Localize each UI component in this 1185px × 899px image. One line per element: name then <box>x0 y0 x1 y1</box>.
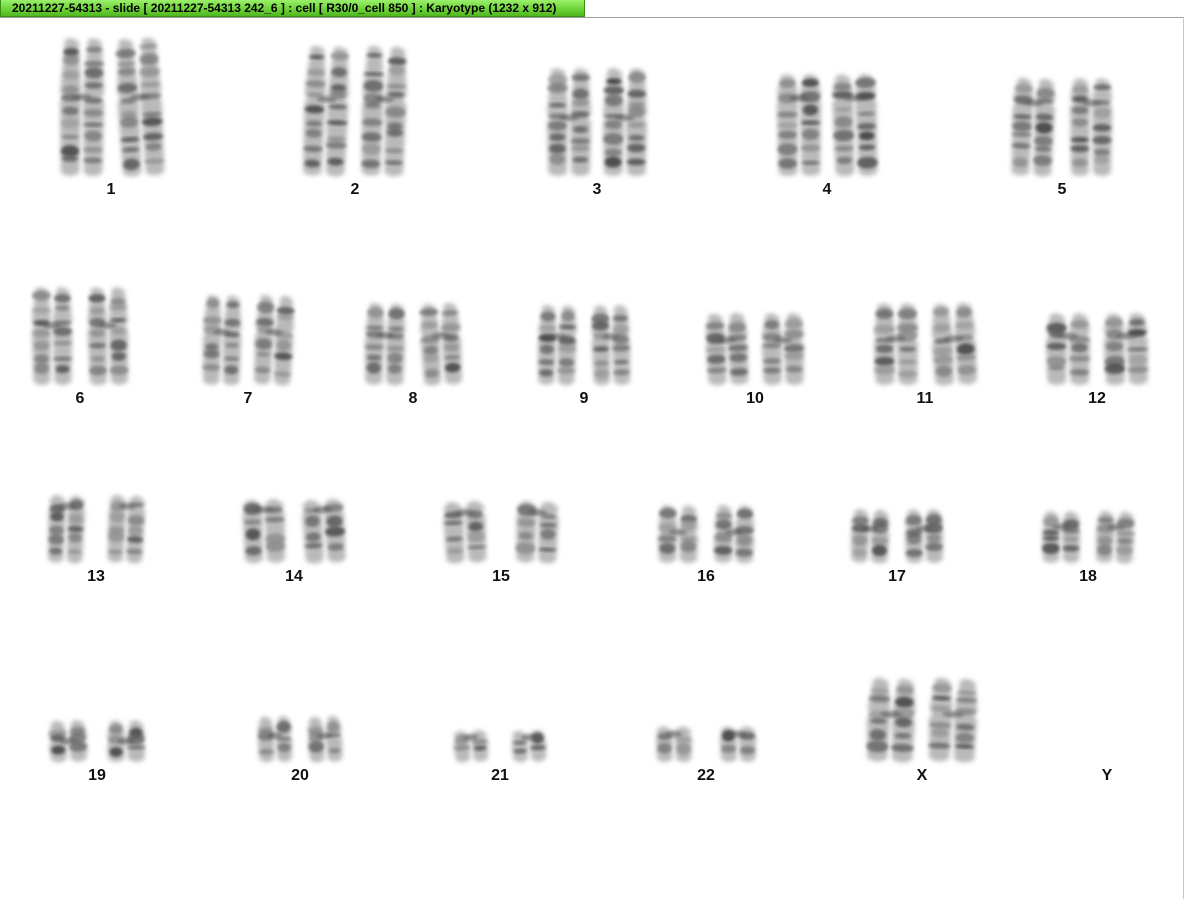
chromosome-pair-x[interactable]: X <box>865 677 979 784</box>
chromosome-11-homolog-1[interactable] <box>873 303 919 386</box>
chromosome-label-10: 10 <box>746 390 764 407</box>
chromosome-label-12: 12 <box>1088 390 1106 407</box>
chromosome-19-homolog-1[interactable] <box>48 720 88 763</box>
chromosome-7-homolog-2[interactable] <box>253 294 296 386</box>
chromosome-label-13: 13 <box>87 568 105 585</box>
chromosome-label-x: X <box>917 767 928 784</box>
chromosome-label-19: 19 <box>88 767 106 784</box>
chromosome-pair-15[interactable]: 15 <box>442 500 560 585</box>
chromosome-label-22: 22 <box>697 767 715 784</box>
chromosome-label-11: 11 <box>917 390 934 407</box>
chromosome-19-homolog-2[interactable] <box>106 720 146 763</box>
chromosome-label-6: 6 <box>76 390 85 407</box>
chromosome-4-homolog-1[interactable] <box>776 74 822 177</box>
chromosome-label-y: Y <box>1102 767 1113 784</box>
chromosome-pair-2[interactable]: 2 <box>301 45 408 198</box>
chromosome-21-homolog-2[interactable] <box>511 730 547 763</box>
chromosome-pair-19[interactable]: 19 <box>48 720 146 784</box>
chromosome-pair-3[interactable]: 3 <box>546 68 648 198</box>
chromosome-15-homolog-2[interactable] <box>515 500 560 564</box>
chromosome-8-homolog-2[interactable] <box>419 302 463 386</box>
chromosome-13-homolog-1[interactable] <box>46 495 86 564</box>
chromosome-1-homolog-1[interactable] <box>59 38 105 177</box>
chromosome-pair-16[interactable]: 16 <box>657 505 755 585</box>
chromosome-label-14: 14 <box>285 568 303 585</box>
chromosome-label-5: 5 <box>1058 181 1067 198</box>
chromosome-8-homolog-1[interactable] <box>364 303 407 386</box>
chromosome-pair-18[interactable]: 18 <box>1041 510 1136 585</box>
chromosome-7-homolog-1[interactable] <box>202 295 243 386</box>
chromosome-18-homolog-1[interactable] <box>1041 511 1081 564</box>
chromosome-pair-12[interactable]: 12 <box>1045 313 1149 407</box>
chromosome-pair-10[interactable]: 10 <box>704 313 805 407</box>
chromosome-17-homolog-2[interactable] <box>904 509 944 564</box>
chromosome-label-4: 4 <box>823 181 832 198</box>
chromosome-11-homolog-2[interactable] <box>930 302 978 386</box>
chromosome-16-homolog-2[interactable] <box>713 505 755 564</box>
chromosome-label-1: 1 <box>107 181 116 198</box>
chromosome-pair-1[interactable]: 1 <box>59 37 165 198</box>
chromosome-pair-6[interactable]: 6 <box>31 287 129 407</box>
chromosome-3-homolog-2[interactable] <box>602 68 648 177</box>
chromosome-6-homolog-2[interactable] <box>87 287 129 386</box>
chromosome-5-homolog-1[interactable] <box>1010 77 1057 177</box>
chromosome-10-homolog-1[interactable] <box>704 313 749 386</box>
chromosome-label-16: 16 <box>697 568 715 585</box>
chromosome-pair-5[interactable]: 5 <box>1010 77 1113 198</box>
chromosome-20-homolog-1[interactable] <box>257 716 293 763</box>
chromosome-label-2: 2 <box>351 181 360 198</box>
chromosome-5-homolog-2[interactable] <box>1070 78 1113 177</box>
chromosome-20-homolog-2[interactable] <box>307 716 344 763</box>
chromosome-label-21: 21 <box>491 767 509 784</box>
chromosome-pair-21[interactable]: 21 <box>453 730 547 784</box>
chromosome-label-7: 7 <box>244 390 253 407</box>
chromosome-10-homolog-2[interactable] <box>761 313 805 386</box>
chromosome-3-homolog-1[interactable] <box>546 68 592 177</box>
chromosome-6-homolog-1[interactable] <box>31 287 73 386</box>
chromosome-pair-y[interactable]: Y <box>1102 767 1113 784</box>
chromosome-15-homolog-1[interactable] <box>442 500 487 564</box>
chromosome-label-20: 20 <box>291 767 309 784</box>
chromosome-pair-11[interactable]: 11 <box>873 302 978 407</box>
chromosome-pair-4[interactable]: 4 <box>776 74 879 198</box>
chromosome-9-homolog-1[interactable] <box>537 305 578 386</box>
chromosome-pair-9[interactable]: 9 <box>537 305 632 407</box>
chromosome-1-homolog-2[interactable] <box>114 37 165 177</box>
chromosome-14-homolog-2[interactable] <box>301 498 346 564</box>
chromosome-pair-7[interactable]: 7 <box>202 294 296 407</box>
chromosome-label-9: 9 <box>580 390 589 407</box>
chromosome-pair-14[interactable]: 14 <box>242 498 347 585</box>
chromosome-2-homolog-2[interactable] <box>360 46 408 177</box>
chromosome-16-homolog-1[interactable] <box>657 505 699 564</box>
chromosome-17-homolog-1[interactable] <box>850 508 890 564</box>
chromosome-label-17: 17 <box>888 568 906 585</box>
chromosome-18-homolog-2[interactable] <box>1095 510 1136 564</box>
chromosome-label-15: 15 <box>492 568 510 585</box>
chromosome-4-homolog-2[interactable] <box>832 74 879 177</box>
chromosome-label-18: 18 <box>1079 568 1097 585</box>
chromosome-9-homolog-2[interactable] <box>591 305 631 386</box>
karyogram: 1 2 3 4 56 7 8 9 10 11 1213 14 15 16 17 1819 20 21 22 X Y <box>31 37 1149 784</box>
chromosome-label-8: 8 <box>409 390 418 407</box>
chromosome-x-homolog-1[interactable] <box>865 677 917 763</box>
chromosome-12-homolog-2[interactable] <box>1103 313 1149 386</box>
chromosome-2-homolog-1[interactable] <box>301 45 350 177</box>
chromosome-21-homolog-1[interactable] <box>453 730 489 763</box>
chromosome-22-homolog-2[interactable] <box>719 726 757 763</box>
chromosome-pair-20[interactable]: 20 <box>257 716 343 784</box>
chromosome-x-homolog-2[interactable] <box>927 677 979 763</box>
chromosome-pair-22[interactable]: 22 <box>655 726 757 784</box>
chromosome-13-homolog-2[interactable] <box>106 494 146 564</box>
chromosome-pair-13[interactable]: 13 <box>46 494 146 585</box>
chromosome-pair-17[interactable]: 17 <box>850 508 944 585</box>
chromosome-14-homolog-1[interactable] <box>242 499 286 564</box>
chromosome-12-homolog-1[interactable] <box>1045 313 1091 386</box>
chromosome-label-3: 3 <box>593 181 602 198</box>
chromosome-22-homolog-1[interactable] <box>655 726 693 763</box>
chromosome-pair-8[interactable]: 8 <box>364 302 464 407</box>
